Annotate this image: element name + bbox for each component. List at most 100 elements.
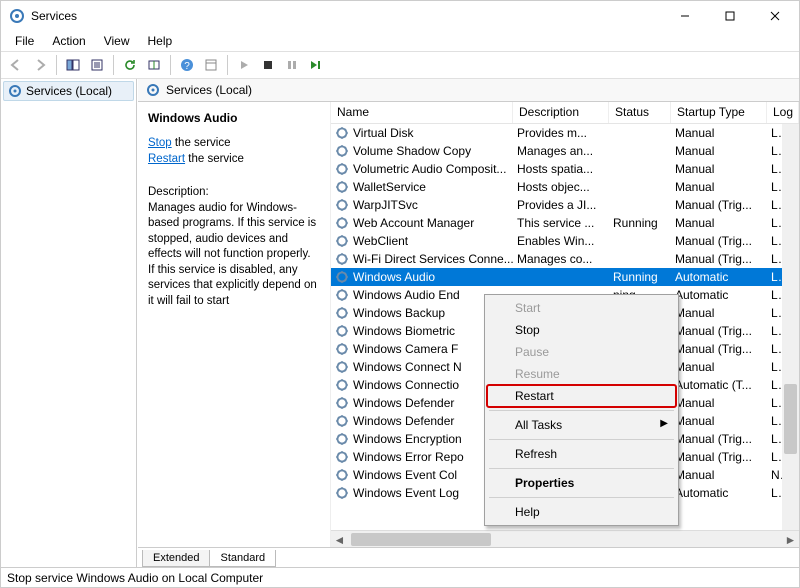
col-status[interactable]: Status [609,102,671,123]
service-description: Manages an... [513,144,609,158]
tree-item-services-local[interactable]: Services (Local) [3,81,134,101]
service-startup: Automatic [671,288,767,302]
refresh-button[interactable] [119,54,141,76]
service-startup: Manual (Trig... [671,252,767,266]
col-description[interactable]: Description [513,102,609,123]
service-startup: Automatic (T... [671,378,767,392]
svg-text:?: ? [184,61,190,72]
context-refresh[interactable]: Refresh [487,443,676,465]
right-header: Services (Local) [138,79,799,102]
service-startup: Automatic [671,270,767,284]
stop-link[interactable]: Stop [148,137,172,149]
gear-icon [335,144,349,158]
menu-separator [489,410,674,411]
service-name: WalletService [353,180,426,194]
pause-service-button[interactable] [281,54,303,76]
gear-icon [335,126,349,140]
context-menu: Start Stop Pause Resume Restart All Task… [484,294,679,526]
service-startup: Manual [671,360,767,374]
gear-icon [335,288,349,302]
table-row[interactable]: Volume Shadow CopyManages an...ManualLoc… [331,142,799,160]
col-name[interactable]: Name [331,102,513,123]
gear-icon [335,360,349,374]
gear-icon [335,234,349,248]
context-all-tasks[interactable]: All Tasks▶ [487,414,676,436]
maximize-button[interactable] [707,2,752,30]
col-logon[interactable]: Log [767,102,799,123]
restart-service-button[interactable] [305,54,327,76]
description-text: Manages audio for Windows-based programs… [148,201,320,310]
status-bar: Stop service Windows Audio on Local Comp… [1,567,799,587]
service-description: Enables Win... [513,234,609,248]
service-name: Windows Defender [353,396,454,410]
services-window: Services File Action View Help ? [0,0,800,588]
service-name: WebClient [353,234,408,248]
menubar: File Action View Help [1,31,799,51]
service-startup: Manual [671,216,767,230]
export-button[interactable] [143,54,165,76]
menu-view[interactable]: View [96,32,138,50]
gear-icon [335,414,349,428]
context-restart[interactable]: Restart [487,385,676,407]
context-pause[interactable]: Pause [487,341,676,363]
context-start[interactable]: Start [487,297,676,319]
menu-file[interactable]: File [7,32,42,50]
restart-link[interactable]: Restart [148,153,185,165]
service-startup: Automatic [671,486,767,500]
start-service-button[interactable] [233,54,255,76]
gear-icon [335,180,349,194]
forward-button[interactable] [29,54,51,76]
table-row[interactable]: Volumetric Audio Composit...Hosts spatia… [331,160,799,178]
properties-button[interactable] [200,54,222,76]
table-row[interactable]: WalletServiceHosts objec...ManualLoca [331,178,799,196]
service-name: Windows Connectio [353,378,459,392]
service-startup: Manual [671,180,767,194]
menu-action[interactable]: Action [44,32,93,50]
table-row[interactable]: Windows AudioRunningAutomaticLoca [331,268,799,286]
table-row[interactable]: WarpJITSvc Provides a JI... Manual (Trig..… [331,196,799,214]
col-startup-type[interactable]: Startup Type [671,102,767,123]
services-icon [146,83,160,97]
vertical-scrollbar[interactable] [782,124,799,530]
minimize-button[interactable] [662,2,707,30]
table-row[interactable]: Wi-Fi Direct Services Conne...Manages co… [331,250,799,268]
service-startup: Manual (Trig... [671,198,767,212]
service-description: Provides a JI... [513,198,609,212]
close-button[interactable] [752,2,797,30]
gear-icon [335,450,349,464]
service-name: WarpJITSvc [353,198,418,212]
service-name: Windows Biometric [353,324,455,338]
menu-separator [489,439,674,440]
service-startup: Manual [671,468,767,482]
service-name: Windows Audio [353,270,435,284]
detail-panel: Windows Audio Stop the service Restart t… [138,102,330,547]
toolbar: ? [1,51,799,79]
service-name: Windows Audio End [353,288,460,302]
service-description: Manages co... [513,252,609,266]
context-help[interactable]: Help [487,501,676,523]
tab-extended[interactable]: Extended [142,550,210,567]
service-startup: Manual [671,306,767,320]
tab-standard[interactable]: Standard [209,550,276,567]
horizontal-scrollbar[interactable]: ◄ ► [331,530,799,547]
scroll-left-icon[interactable]: ◄ [331,531,348,547]
service-startup: Manual [671,162,767,176]
menu-help[interactable]: Help [140,32,181,50]
show-hide-tree-button[interactable] [62,54,84,76]
status-text: Stop service Windows Audio on Local Comp… [7,571,263,585]
table-row[interactable]: WebClientEnables Win...Manual (Trig...Lo… [331,232,799,250]
right-header-label: Services (Local) [166,83,252,97]
help-button[interactable]: ? [176,54,198,76]
service-startup: Manual (Trig... [671,342,767,356]
table-row[interactable]: Virtual DiskProvides m...ManualLoca [331,124,799,142]
context-stop[interactable]: Stop [487,319,676,341]
export-list-button[interactable] [86,54,108,76]
service-startup: Manual [671,144,767,158]
table-row[interactable]: Web Account ManagerThis service ...Runni… [331,214,799,232]
context-properties[interactable]: Properties [487,472,676,494]
scroll-right-icon[interactable]: ► [782,531,799,547]
window-title: Services [31,9,662,23]
context-resume[interactable]: Resume [487,363,676,385]
back-button[interactable] [5,54,27,76]
stop-service-button[interactable] [257,54,279,76]
